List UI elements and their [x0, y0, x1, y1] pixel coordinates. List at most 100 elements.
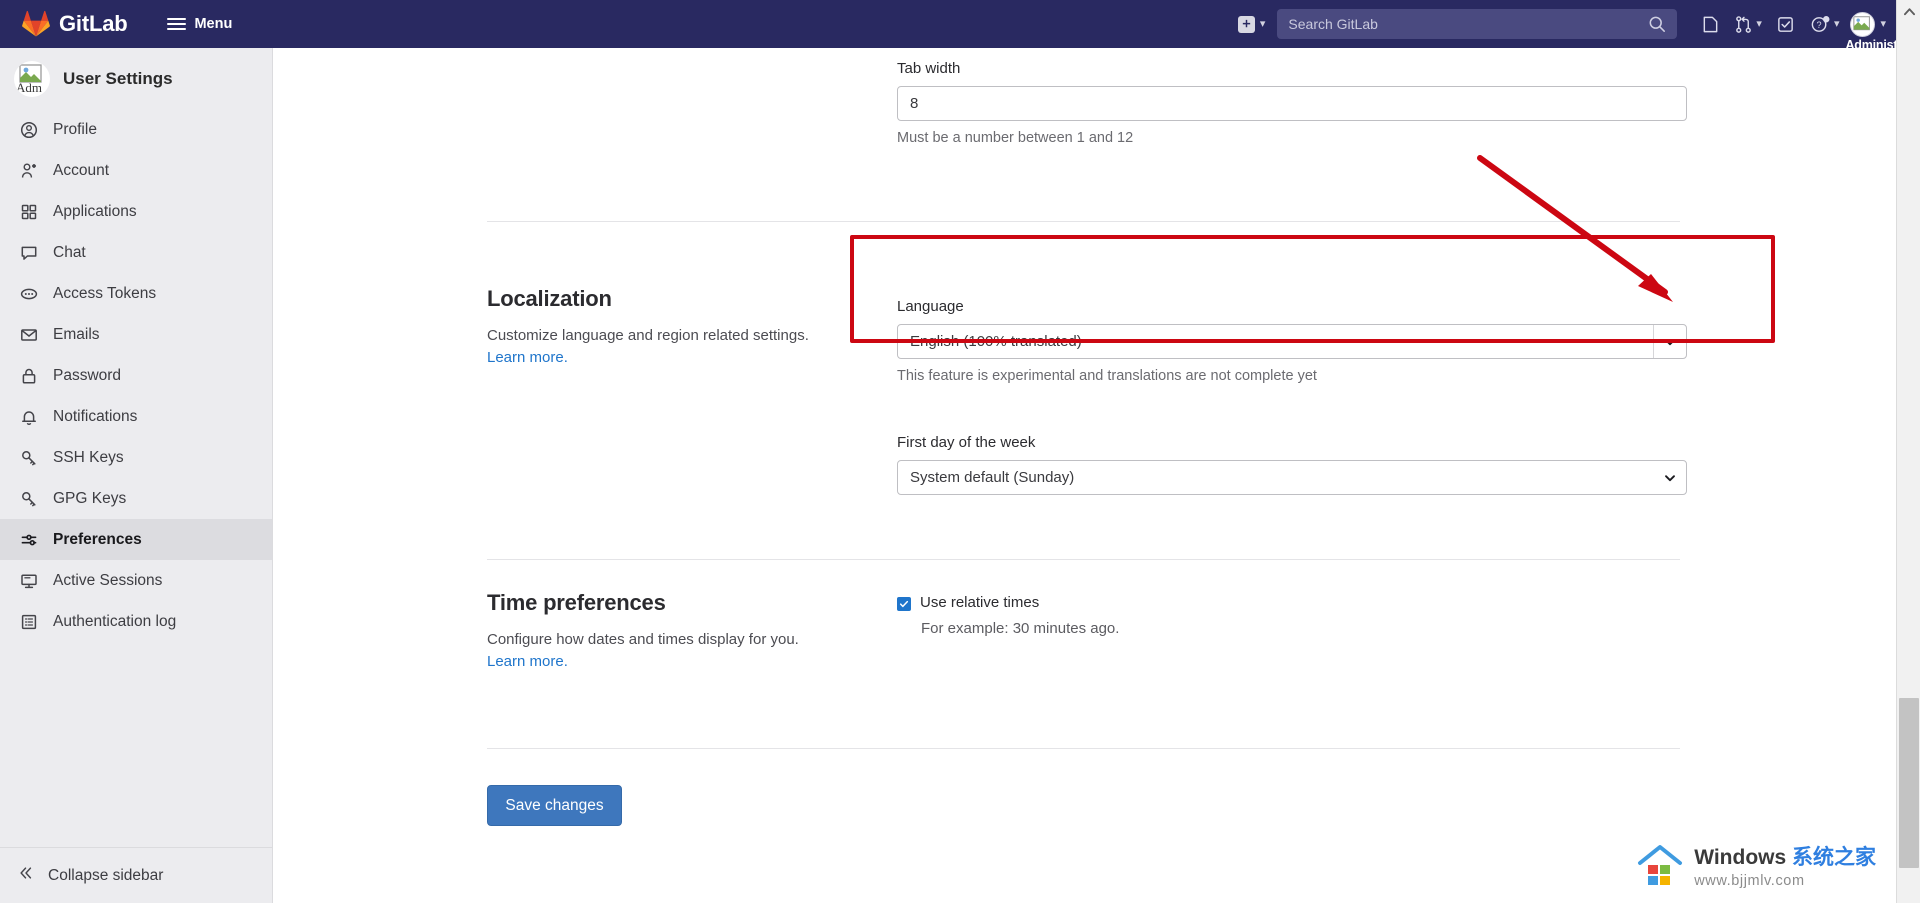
sidebar-item-label: Preferences	[53, 530, 142, 548]
sidebar-item-label: GPG Keys	[53, 489, 127, 507]
help-button[interactable]: ? ▾	[1805, 14, 1845, 35]
user-menu-button[interactable]: ▾ Administrato	[1845, 11, 1920, 52]
sidebar-header: Adm User Settings	[0, 48, 272, 109]
tab-width-label: Tab width	[897, 60, 961, 77]
top-navigation-bar: GitLab Menu ▾ Search GitLab ▾ ? ▾ ▾ Admi…	[0, 0, 1920, 52]
collapse-sidebar-button[interactable]: Collapse sidebar	[0, 847, 272, 903]
language-label: Language	[897, 298, 964, 315]
main-menu-label: Menu	[194, 16, 233, 32]
scroll-up-arrow-icon[interactable]	[1897, 0, 1920, 22]
windows-house-logo-icon	[1638, 845, 1683, 885]
watermark-brand: Windows 系统之家	[1694, 841, 1876, 871]
todos-checkbox-icon	[1778, 16, 1794, 32]
sidebar-item-label: Access Tokens	[53, 284, 157, 302]
key-icon	[18, 449, 39, 467]
first-day-field: First day of the week System default (Su…	[897, 434, 1687, 495]
sidebar-item-emails[interactable]: Emails	[0, 314, 272, 355]
localization-description: Customize language and region related se…	[487, 325, 882, 369]
bell-icon	[18, 408, 39, 426]
watermark-brand-en: Windows	[1694, 846, 1792, 869]
plus-icon	[1237, 15, 1255, 33]
lock-icon	[18, 367, 39, 385]
preferences-content: Tab width 8 Must be a number between 1 a…	[274, 48, 1896, 903]
use-relative-times-checkbox[interactable]	[897, 597, 911, 611]
help-icon: ?	[1811, 15, 1830, 32]
language-select-dropdown-arrow[interactable]	[1653, 325, 1686, 358]
first-day-dropdown-arrow[interactable]	[1653, 461, 1686, 494]
watermark-brand-cn: 系统之家	[1792, 846, 1876, 869]
todos-button[interactable]	[1767, 4, 1805, 44]
grid-apps-icon	[18, 203, 39, 221]
token-icon	[18, 285, 39, 303]
sidebar-item-authentication-log[interactable]: Authentication log	[0, 601, 272, 642]
issues-icon	[1703, 16, 1718, 32]
localization-description-text: Customize language and region related se…	[487, 327, 809, 344]
sidebar-item-password[interactable]: Password	[0, 355, 272, 396]
page-title: User Settings	[63, 69, 173, 88]
sidebar-item-label: Password	[53, 366, 122, 384]
sidebar-item-access-tokens[interactable]: Access Tokens	[0, 273, 272, 314]
section-divider	[487, 748, 1680, 749]
sidebar-item-applications[interactable]: Applications	[0, 191, 272, 232]
hamburger-icon	[167, 18, 187, 30]
language-helper: This feature is experimental and transla…	[897, 368, 1317, 384]
collapse-sidebar-label: Collapse sidebar	[48, 866, 164, 884]
sidebar-item-label: Chat	[53, 243, 86, 261]
section-divider	[487, 559, 1680, 560]
first-day-label: First day of the week	[897, 434, 1036, 451]
save-changes-button[interactable]: Save changes	[487, 785, 622, 826]
sidebar-item-profile[interactable]: Profile	[0, 109, 272, 150]
localization-section: Localization Customize language and regi…	[487, 286, 882, 369]
tab-width-value: 8	[910, 95, 919, 112]
tab-width-helper: Must be a number between 1 and 12	[897, 130, 1134, 146]
tab-width-input[interactable]: 8	[897, 86, 1687, 121]
sidebar-item-label: Authentication log	[53, 612, 177, 630]
watermark: Windows 系统之家 www.bjjmlv.com	[1636, 841, 1876, 889]
scrollbar-thumb[interactable]	[1899, 698, 1919, 868]
language-selected-value: English (100% translated)	[910, 333, 1082, 350]
time-preferences-description-text: Configure how dates and times display fo…	[487, 631, 799, 648]
time-preferences-section: Time preferences Configure how dates and…	[487, 590, 882, 673]
envelope-icon	[18, 326, 39, 344]
localization-learn-more-link[interactable]: Learn more.	[487, 349, 568, 366]
chevron-down-icon: ▾	[1756, 17, 1762, 30]
chevron-down-icon: ▾	[1259, 17, 1266, 30]
sidebar-item-label: Profile	[53, 120, 97, 138]
chevron-double-left-icon	[18, 865, 34, 886]
sidebar-item-ssh-keys[interactable]: SSH Keys	[0, 437, 272, 478]
user-circle-icon	[18, 121, 39, 139]
language-select[interactable]: English (100% translated)	[897, 324, 1687, 359]
avatar	[1850, 11, 1876, 37]
issues-button[interactable]	[1691, 4, 1729, 44]
account-icon	[18, 162, 39, 180]
first-day-select[interactable]: System default (Sunday)	[897, 460, 1687, 495]
search-input[interactable]: Search GitLab	[1277, 9, 1678, 39]
sidebar-item-label: Active Sessions	[53, 571, 163, 589]
sidebar-item-gpg-keys[interactable]: GPG Keys	[0, 478, 272, 519]
sidebar-item-account[interactable]: Account	[0, 150, 272, 191]
merge-requests-button[interactable]: ▾	[1729, 15, 1767, 34]
use-relative-times-row[interactable]: Use relative times	[897, 594, 1119, 611]
search-placeholder: Search GitLab	[1288, 16, 1378, 32]
use-relative-times-label[interactable]: Use relative times	[920, 594, 1039, 611]
sidebar-item-label: Account	[53, 161, 110, 179]
broken-image-icon	[1853, 15, 1871, 30]
first-day-selected-value: System default (Sunday)	[910, 469, 1075, 486]
sidebar-item-chat[interactable]: Chat	[0, 232, 272, 273]
gitlab-home-link[interactable]: GitLab	[22, 10, 128, 38]
avatar-alt-text: Adm	[16, 80, 42, 95]
merge-requests-icon	[1736, 15, 1752, 33]
time-preferences-learn-more-link[interactable]: Learn more.	[487, 653, 568, 670]
sidebar-item-preferences[interactable]: Preferences	[0, 519, 272, 560]
main-menu-button[interactable]: Menu	[159, 11, 240, 37]
create-new-button[interactable]: ▾	[1237, 15, 1266, 33]
user-settings-sidebar: Adm User Settings Profile Account Applicat…	[0, 48, 273, 903]
sliders-icon	[18, 531, 39, 549]
sidebar-item-label: Notifications	[53, 407, 138, 425]
sidebar-item-active-sessions[interactable]: Active Sessions	[0, 560, 272, 601]
vertical-scrollbar[interactable]	[1896, 0, 1920, 903]
section-divider	[487, 221, 1680, 222]
chevron-down-icon: ▾	[1833, 17, 1840, 30]
sidebar-item-notifications[interactable]: Notifications	[0, 396, 272, 437]
save-changes-label: Save changes	[505, 796, 604, 814]
